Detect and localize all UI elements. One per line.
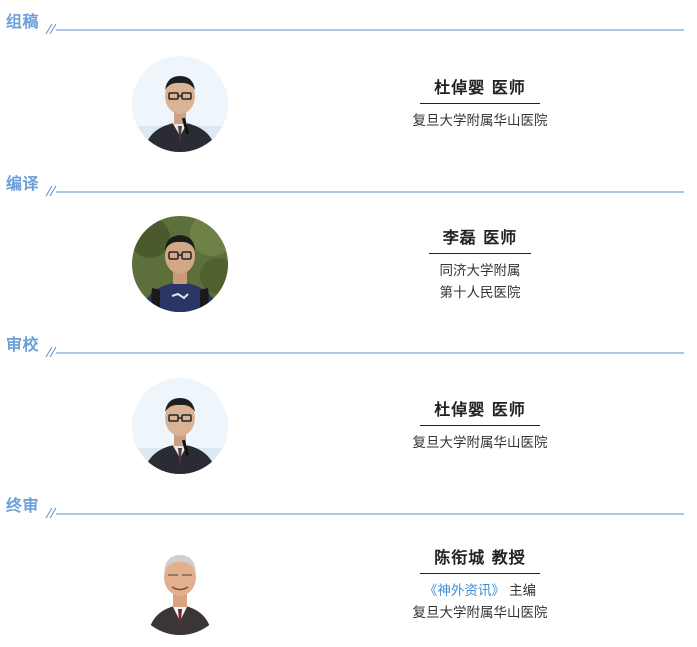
section-divider [45, 346, 684, 358]
section-divider [45, 185, 684, 197]
affiliation: 第十人民医院 [439, 285, 521, 301]
avatar [132, 378, 228, 474]
person-info: 陈衔城 教授 《神外资讯》 主编 复旦大学附属华山医院 [360, 548, 600, 624]
person-name: 杜倬婴 医师 [420, 78, 540, 104]
person-info: 杜倬婴 医师 复旦大学附属华山医院 [360, 400, 600, 454]
person-name: 陈衔城 教授 [420, 548, 540, 574]
section-divider [45, 23, 684, 35]
person-name: 李磊 医师 [428, 228, 532, 254]
section-header: 审校 [0, 335, 697, 359]
affiliation: 复旦大学附属华山医院 [412, 113, 548, 129]
section-title: 编译 [6, 174, 40, 193]
section-title: 审校 [6, 335, 40, 354]
affiliation: 同济大学附属 [439, 263, 521, 279]
section-header: 终审 [0, 496, 697, 520]
role-label: 主编 [509, 583, 537, 599]
avatar [132, 216, 228, 312]
section-header: 组稿 [0, 12, 697, 36]
avatar [132, 539, 228, 635]
section-title: 终审 [6, 496, 40, 515]
section-title: 组稿 [6, 12, 40, 31]
affiliation: 复旦大学附属华山医院 [412, 605, 548, 621]
person-info: 杜倬婴 医师 复旦大学附属华山医院 [360, 78, 600, 132]
section-header: 编译 [0, 174, 697, 198]
person-info: 李磊 医师 同济大学附属 第十人民医院 [360, 228, 600, 304]
person-name: 杜倬婴 医师 [420, 400, 540, 426]
affiliation: 复旦大学附属华山医院 [412, 435, 548, 451]
avatar [132, 56, 228, 152]
editor-role: 《神外资讯》 主编 [360, 580, 600, 602]
magazine-link[interactable]: 《神外资讯》 [424, 583, 505, 599]
section-divider [45, 507, 684, 519]
